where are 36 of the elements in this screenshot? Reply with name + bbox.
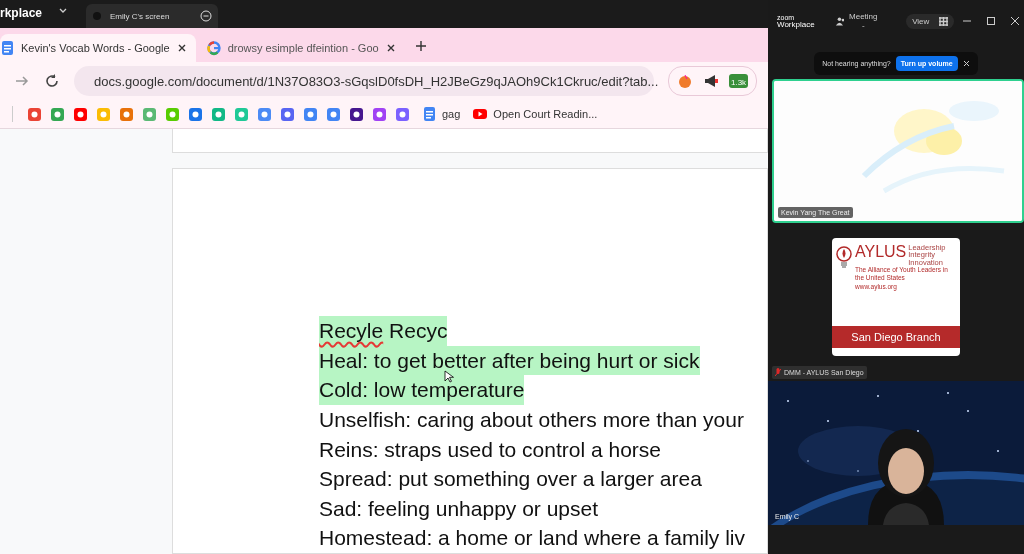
- close-icon[interactable]: [1010, 16, 1021, 26]
- circle-icon: [92, 11, 103, 21]
- megaphone-icon[interactable]: [703, 73, 719, 89]
- document-line: Homestead: a home or land where a family liv: [319, 525, 746, 552]
- bookmark[interactable]: gag: [422, 106, 461, 122]
- bookmark-icon[interactable]: [349, 106, 364, 122]
- grid-icon: [939, 16, 949, 26]
- view-button[interactable]: View: [906, 13, 955, 29]
- people-icon: [834, 16, 845, 26]
- logo-text: Workplace: [777, 20, 815, 29]
- close-icon[interactable]: [962, 60, 970, 67]
- document-line: Unselfish: caring about others more than your: [319, 407, 744, 434]
- document-icon: [0, 40, 15, 56]
- play-icon: [472, 106, 489, 122]
- app-name: rkplace: [0, 6, 43, 22]
- screen-share-tab[interactable]: Emily C's screen: [86, 4, 219, 28]
- logo-title: AYLUS: [855, 243, 907, 260]
- g-letter-icon: [205, 40, 222, 56]
- document-icon: [422, 106, 437, 122]
- bookmark[interactable]: Open Court Readin...: [472, 106, 598, 122]
- browser-tab[interactable]: Kevin's Vocab Words - Google: [0, 34, 196, 62]
- document-line: Reins: straps used to control a horse: [319, 436, 661, 463]
- plus-icon[interactable]: [414, 40, 427, 52]
- maximize-icon[interactable]: [986, 16, 997, 26]
- extension-badge[interactable]: 1.3k: [729, 74, 749, 88]
- minus-circle-icon[interactable]: [200, 10, 213, 22]
- browser-tab[interactable]: drowsy esimple dfeintion - Goo: [195, 34, 405, 62]
- logo-banner: San Diego Branch: [832, 325, 960, 348]
- document-line: Spread: put something over a larger area: [319, 466, 702, 493]
- document-line: Sad: feeling unhappy or upset: [319, 495, 599, 522]
- caret-down-icon[interactable]: [58, 6, 69, 14]
- extension-icon[interactable]: [677, 73, 693, 89]
- lightbulb-icon: [836, 243, 852, 269]
- reload-icon[interactable]: [44, 73, 60, 89]
- meeting-menu[interactable]: Meeting -: [834, 12, 879, 30]
- mouse-cursor-icon: [444, 370, 454, 383]
